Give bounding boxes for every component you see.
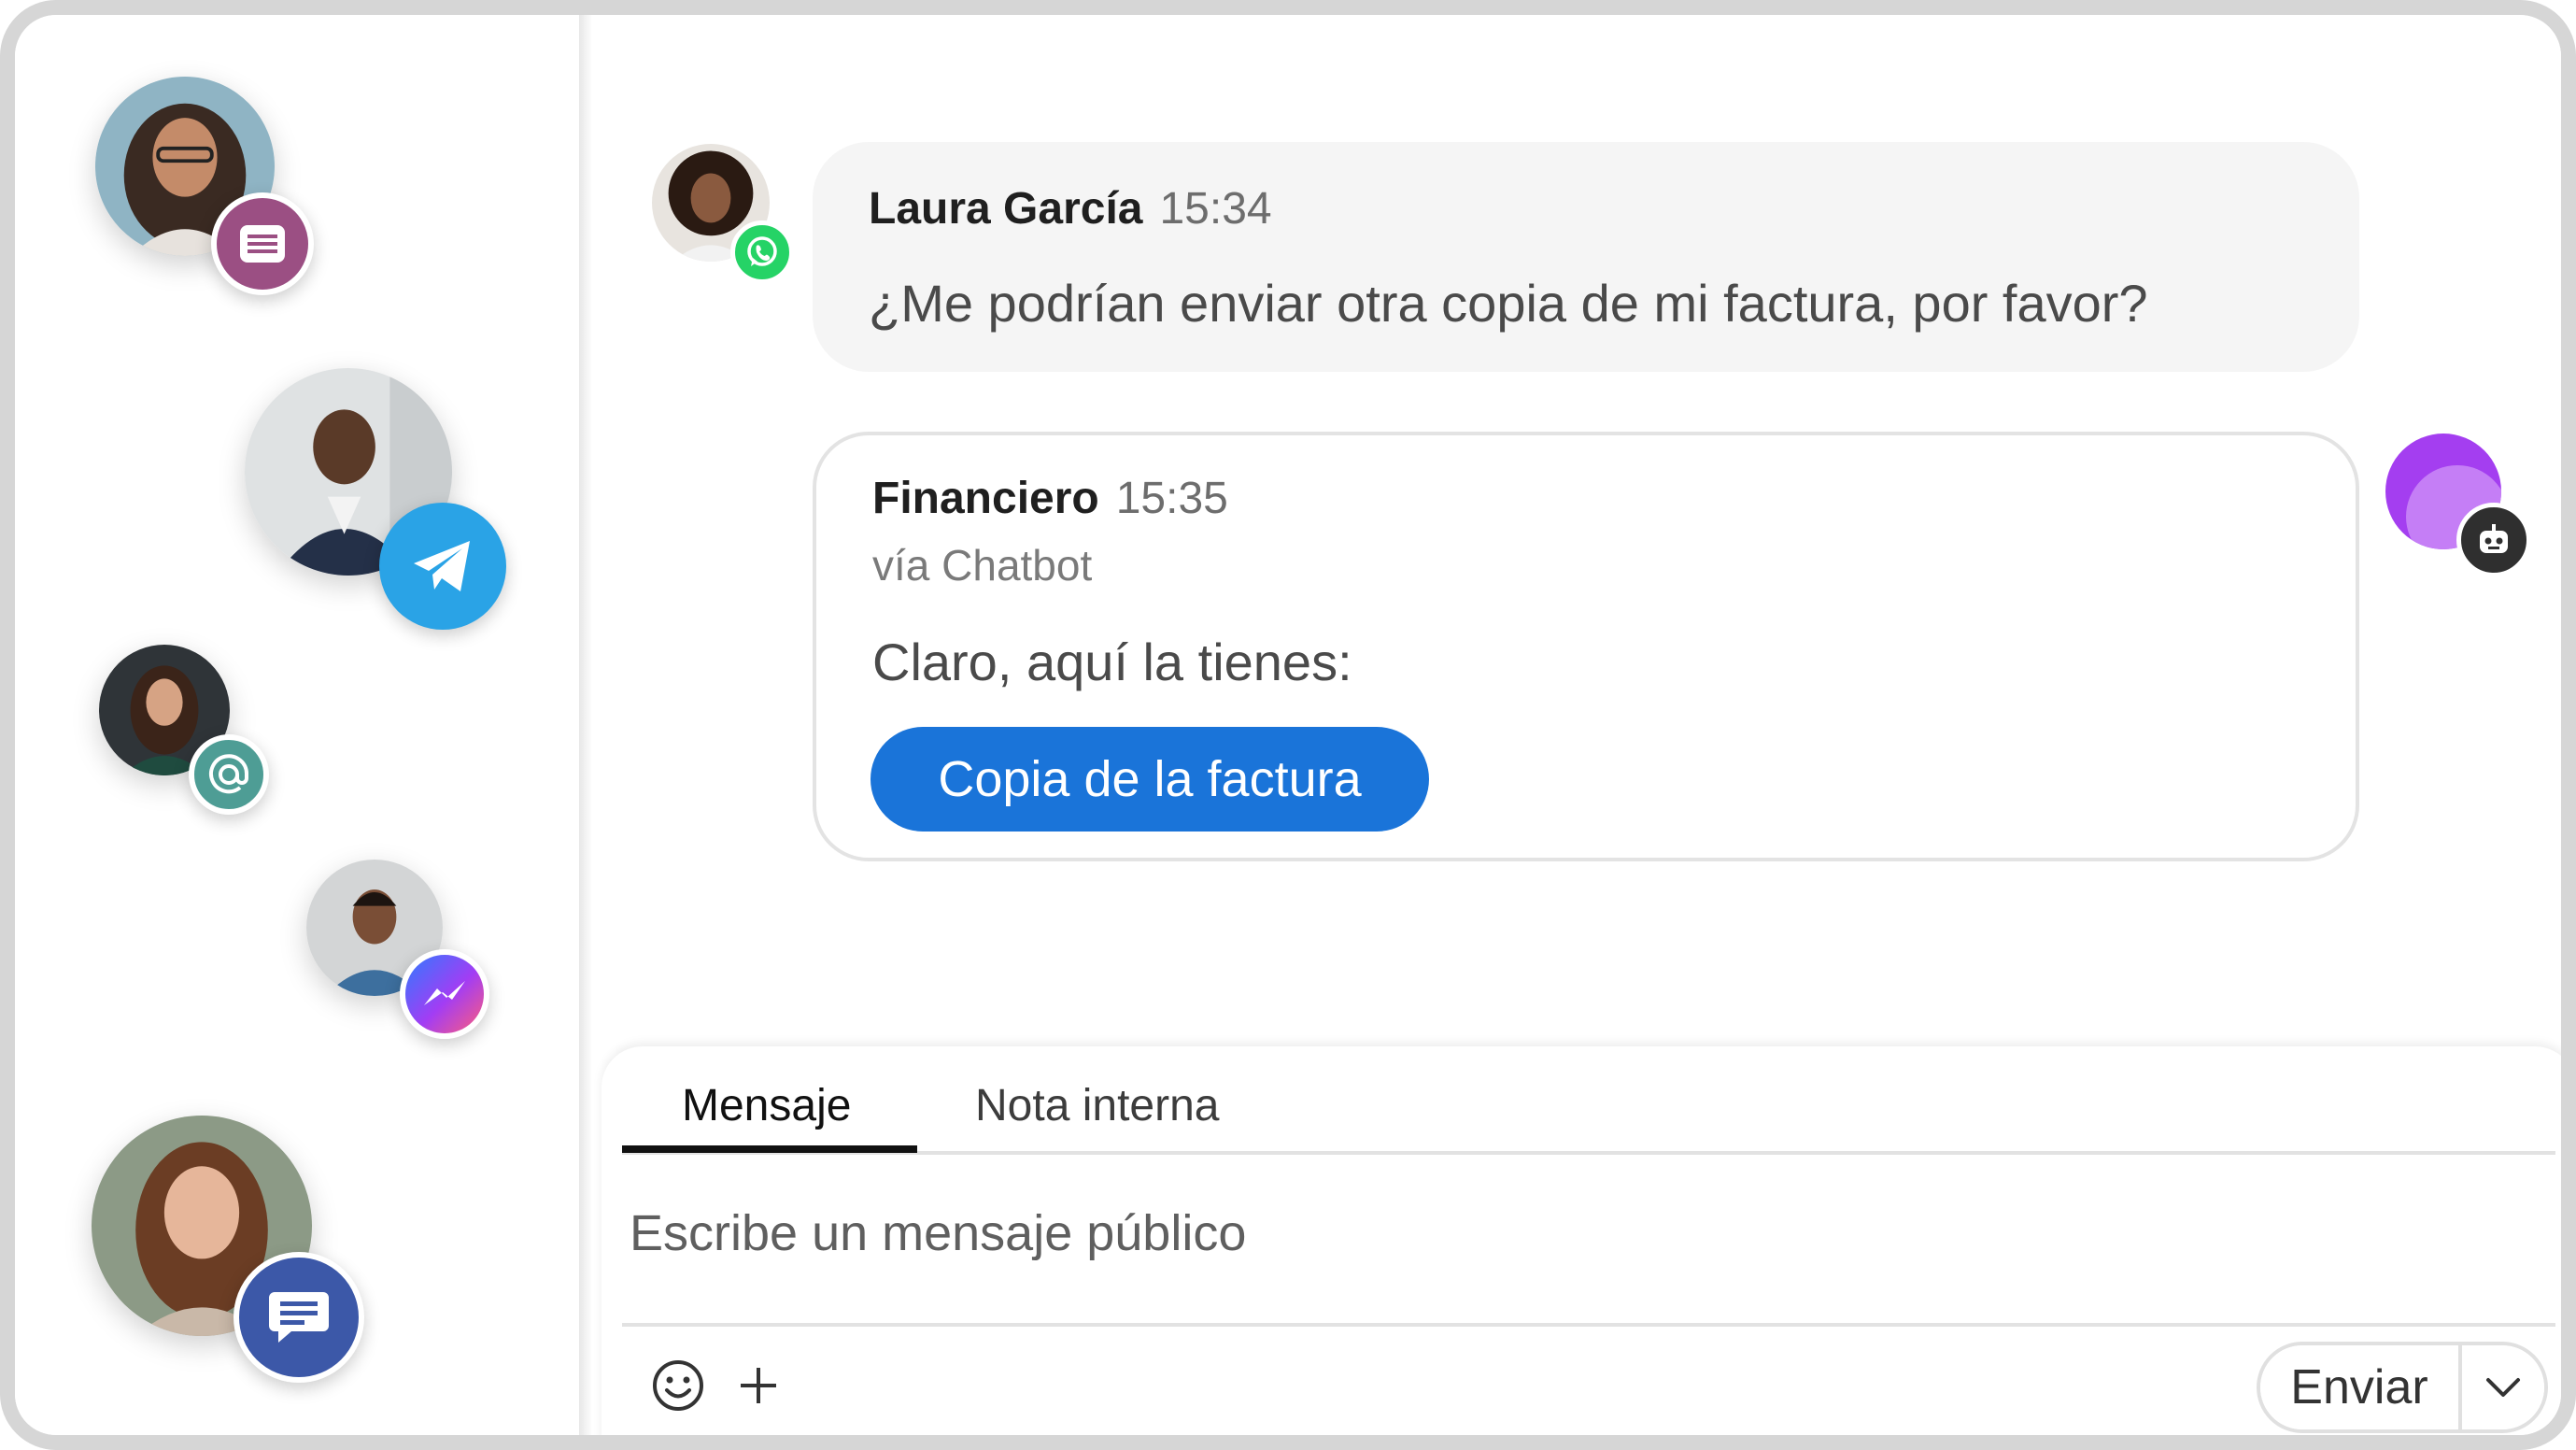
- emoji-button[interactable]: [648, 1357, 708, 1416]
- contact-item[interactable]: [92, 1116, 372, 1396]
- send-button-group: Enviar: [2257, 1342, 2548, 1433]
- whatsapp-icon: [730, 220, 794, 284]
- plus-icon: [741, 1367, 776, 1403]
- send-options-button[interactable]: [2462, 1345, 2544, 1429]
- sender-name: Financiero: [872, 474, 1099, 523]
- message-header: Financiero 15:35: [872, 473, 1228, 524]
- chat-bubble-icon: [234, 1252, 364, 1383]
- tab-nota-interna[interactable]: Nota interna: [975, 1080, 1220, 1131]
- contacts-sidebar: [15, 15, 579, 1435]
- contact-item[interactable]: [95, 77, 319, 301]
- app-window: Laura García 15:34 ¿Me podrían enviar ot…: [0, 0, 2576, 1450]
- chevron-down-icon: [2486, 1378, 2520, 1397]
- contact-item[interactable]: [99, 645, 286, 832]
- robot-icon: [2456, 503, 2531, 577]
- message-header: Laura García 15:34: [869, 183, 1272, 235]
- message-lines-icon: [211, 192, 314, 295]
- at-sign-icon: [189, 734, 269, 815]
- messenger-bolt-icon: [400, 949, 489, 1039]
- contact-item[interactable]: [245, 368, 516, 639]
- incoming-message-bubble: Laura García 15:34 ¿Me podrían enviar ot…: [813, 142, 2359, 372]
- active-tab-indicator: [622, 1145, 917, 1153]
- tab-mensaje[interactable]: Mensaje: [682, 1080, 851, 1131]
- telegram-plane-icon: [379, 503, 506, 630]
- outgoing-message-bubble: Financiero 15:35 vía Chatbot Claro, aquí…: [813, 432, 2359, 861]
- add-attachment-button[interactable]: [730, 1358, 786, 1414]
- via-label: vía Chatbot: [872, 541, 1093, 590]
- composer-divider: [622, 1323, 2555, 1327]
- send-button[interactable]: Enviar: [2260, 1345, 2462, 1429]
- message-text: ¿Me podrían enviar otra copia de mi fact…: [869, 274, 2148, 333]
- contact-item[interactable]: [306, 860, 502, 1056]
- message-text: Claro, aquí la tienes:: [872, 633, 1352, 691]
- sidebar-divider: [579, 15, 592, 1435]
- message-input[interactable]: [630, 1177, 2544, 1289]
- message-composer: Mensaje Nota interna Enviar: [602, 1046, 2561, 1435]
- emoji-icon: [653, 1359, 703, 1411]
- sender-name: Laura García: [869, 184, 1143, 234]
- message-time: 15:35: [1115, 474, 1228, 523]
- invoice-copy-button[interactable]: Copia de la factura: [870, 727, 1429, 832]
- message-time: 15:34: [1159, 184, 1272, 234]
- composer-tabs: Mensaje Nota interna: [622, 1046, 2555, 1155]
